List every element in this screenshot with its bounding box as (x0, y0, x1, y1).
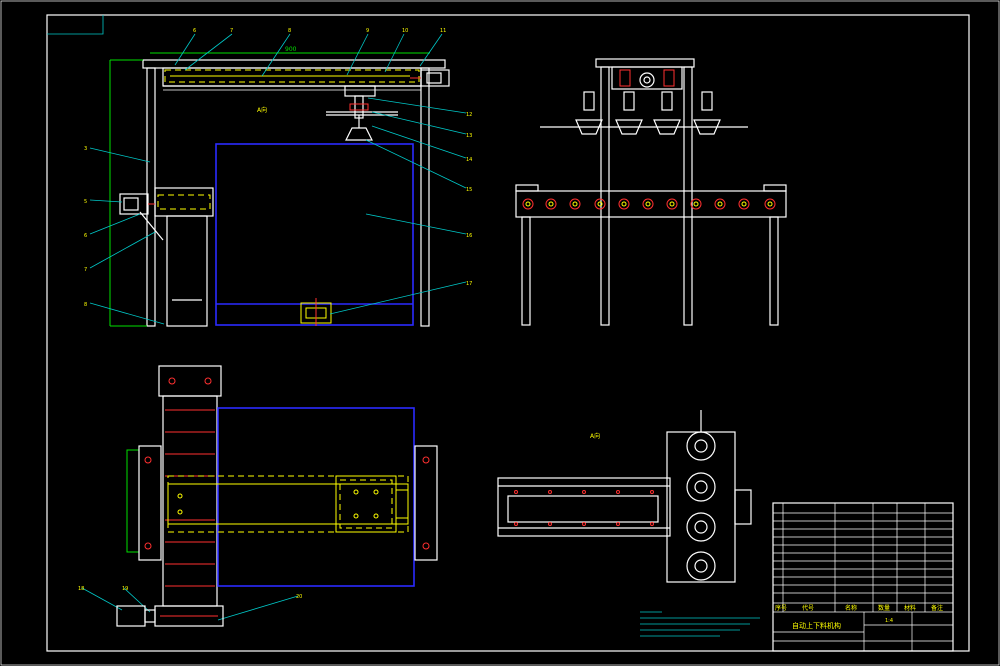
view-label-a: A向 (257, 106, 267, 114)
svg-text:15: 15 (466, 187, 472, 193)
svg-text:13: 13 (466, 133, 472, 139)
svg-text:10: 10 (402, 28, 408, 34)
cad-drawing: 900 A向 3 5 6 7 8 6 7 8 9 10 11 12 13 14 … (0, 0, 1000, 666)
sheet-border-inner (46, 14, 970, 652)
svg-text:19: 19 (122, 586, 128, 592)
svg-text:16: 16 (466, 233, 472, 239)
col-header-name: 名称 (845, 604, 857, 612)
svg-text:14: 14 (466, 157, 472, 163)
svg-text:7: 7 (84, 267, 87, 273)
col-header-qty: 数量 (878, 604, 890, 612)
svg-text:20: 20 (296, 594, 302, 600)
svg-text:12: 12 (466, 112, 472, 118)
svg-text:17: 17 (466, 281, 472, 287)
svg-text:7: 7 (230, 28, 233, 34)
svg-text:6: 6 (193, 28, 196, 34)
sheet-border-outer (0, 0, 1000, 666)
dimension-top: 900 (285, 46, 297, 53)
view-label-b: A向 (590, 432, 600, 440)
col-header-material: 材料 (904, 604, 916, 612)
side-view (515, 58, 787, 326)
col-header-remark: 备注 (931, 604, 943, 612)
svg-text:9: 9 (366, 28, 369, 34)
col-header-code: 代号 (802, 604, 814, 612)
technical-notes (640, 611, 760, 637)
svg-text:11: 11 (440, 28, 446, 34)
svg-text:8: 8 (84, 302, 87, 308)
sheet-corner-mark (47, 15, 104, 35)
col-header-index: 序号 (775, 604, 787, 612)
title-block-name: 自动上下料机构 (792, 621, 841, 630)
view-a: A向 (497, 410, 752, 583)
svg-text:6: 6 (84, 233, 87, 239)
title-block: 序号 代号 名称 数量 材料 备注 自动上下料机构 1:4 (772, 502, 954, 652)
svg-text:18: 18 (78, 586, 84, 592)
front-view: 900 A向 (109, 46, 450, 327)
svg-text:3: 3 (84, 146, 87, 152)
top-view (116, 365, 438, 627)
svg-text:8: 8 (288, 28, 291, 34)
svg-text:5: 5 (84, 199, 87, 205)
scale-value: 1:4 (885, 618, 893, 624)
